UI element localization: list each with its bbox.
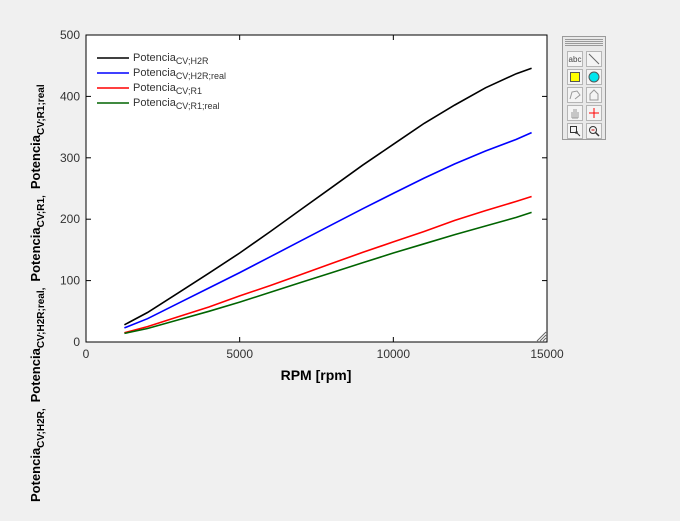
y-tick-label: 300 (60, 151, 80, 165)
line-tool-icon[interactable] (586, 51, 602, 67)
y-tick-label: 0 (73, 335, 80, 349)
ellipse-tool-icon[interactable] (586, 69, 602, 85)
select-tool-icon[interactable] (567, 123, 583, 139)
x-tick-label: 0 (83, 347, 90, 361)
y-tick-label: 500 (60, 28, 80, 42)
rectangle-tool-icon[interactable] (567, 69, 583, 85)
pan-tool-icon[interactable] (567, 105, 583, 121)
text-tool-label: abc (568, 54, 582, 64)
y-tick-label: 200 (60, 212, 80, 226)
y-tick-label: 100 (60, 274, 80, 288)
x-tick-label: 15000 (530, 347, 564, 361)
text-tool-icon[interactable]: abc (567, 51, 583, 67)
tools-palette: abc (562, 36, 606, 140)
y-axis-label: PotenciaCV;H2R,PotenciaCV;H2R;real,Poten… (28, 84, 47, 502)
x-tick-label: 5000 (226, 347, 253, 361)
freehand-tool-icon[interactable] (567, 87, 583, 103)
polygon-tool-icon[interactable] (586, 87, 602, 103)
x-tick-label: 10000 (377, 347, 411, 361)
zoom-tool-icon[interactable] (586, 123, 602, 139)
palette-titlebar[interactable] (565, 39, 603, 46)
crosshair-tool-icon[interactable] (586, 105, 602, 121)
y-tick-label: 400 (60, 89, 80, 103)
x-axis-label: RPM [rpm] (281, 367, 352, 383)
